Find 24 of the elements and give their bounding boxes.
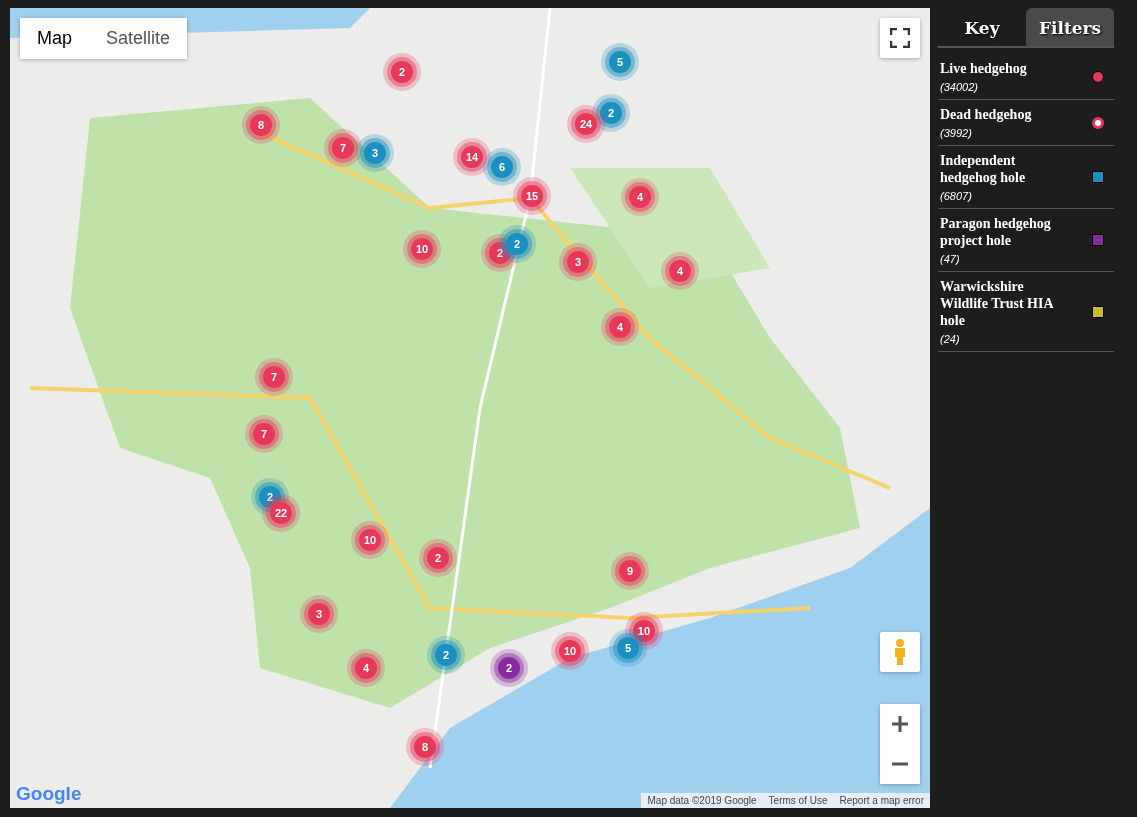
legend-label: Paragon hedgehog project hole: [940, 215, 1052, 249]
attribution-link[interactable]: Terms of Use: [762, 793, 834, 808]
legend-label: Warwickshire Wildlife Trust HIA hole: [940, 278, 1055, 329]
legend-count: (34002): [940, 81, 979, 93]
map-logo: Google: [16, 783, 82, 805]
map-type-tab[interactable]: Map: [20, 18, 89, 59]
legend-count: (3992): [940, 127, 973, 139]
map-type-tab[interactable]: Satellite: [89, 18, 188, 59]
fullscreen-icon: [890, 28, 910, 48]
legend-label: Live hedgehog: [940, 60, 1028, 77]
person-icon: [892, 638, 908, 666]
legend-count: (47): [940, 253, 961, 265]
attribution-text: Map data ©2019 Google: [646, 794, 758, 808]
legend-label: Dead hedgehog: [940, 106, 1033, 123]
zoom-in-button[interactable]: [880, 704, 920, 744]
minus-icon: [891, 762, 909, 766]
legend-label: Independent hedgehog hole: [940, 152, 1027, 186]
fullscreen-button[interactable]: [880, 18, 920, 58]
attribution-link[interactable]: Report a map error: [833, 793, 930, 808]
legend-count: (6807): [940, 190, 973, 202]
legend-count: (24): [940, 333, 961, 345]
sidebar-tab[interactable]: Filters: [1026, 8, 1114, 46]
plus-icon: [891, 715, 909, 733]
sidebar-tab[interactable]: Key: [938, 8, 1026, 46]
